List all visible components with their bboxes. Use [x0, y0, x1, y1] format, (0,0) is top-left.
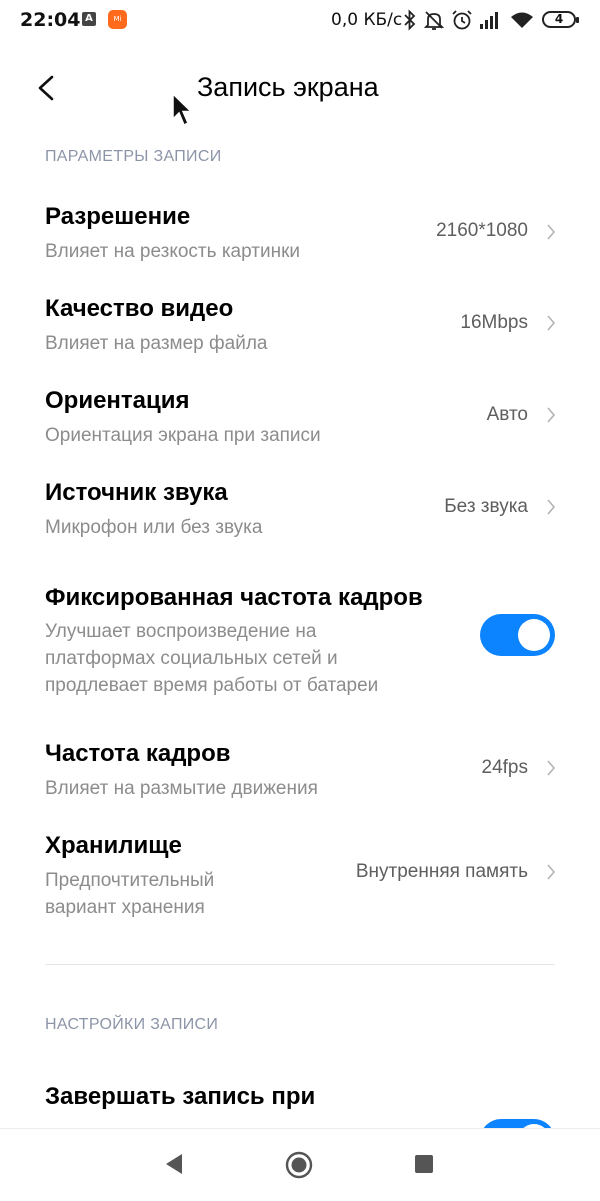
navigation-bar — [0, 1128, 600, 1201]
signal-icon — [480, 12, 498, 29]
setting-subtitle: Микрофон или без звука — [45, 517, 263, 538]
status-bar: 22:04 A Mi 0,0 КБ/с 4 — [0, 0, 600, 42]
mouse-cursor-icon — [172, 92, 193, 127]
setting-row-sound-source[interactable]: Источник звука Микрофон или без звука Бе… — [0, 479, 600, 559]
section-divider — [45, 964, 555, 965]
setting-row-video-quality[interactable]: Качество видео Влияет на размер файла 16… — [0, 295, 600, 375]
chevron-right-icon — [547, 760, 556, 776]
setting-title: Источник звука — [45, 479, 228, 506]
setting-subtitle: Ориентация экрана при записи — [45, 425, 321, 446]
chevron-right-icon — [547, 407, 556, 423]
setting-row-end-on-lock: Завершать запись при — [0, 1083, 600, 1128]
setting-title: Разрешение — [45, 203, 191, 230]
setting-subtitle-line-3: продлевает время работы от батареи — [45, 675, 379, 696]
header: Запись экрана — [0, 60, 600, 120]
setting-title: Качество видео — [45, 295, 234, 322]
section-header-settings: НАСТРОЙКИ ЗАПИСИ — [45, 1016, 219, 1033]
setting-subtitle-line-1: Улучшает воспроизведение на — [45, 621, 317, 642]
back-button[interactable] — [28, 68, 68, 108]
setting-row-orientation[interactable]: Ориентация Ориентация экрана при записи … — [0, 387, 600, 467]
toggle-knob — [518, 619, 550, 651]
fixed-fps-toggle[interactable] — [480, 614, 555, 656]
setting-row-storage[interactable]: Хранилище Предпочтительный вариант хране… — [0, 832, 600, 932]
setting-value: 24fps — [481, 757, 528, 778]
chevron-left-icon — [38, 75, 54, 101]
chevron-right-icon — [547, 499, 556, 515]
app-notification-icon: Mi — [108, 10, 127, 29]
setting-title: Завершать запись при — [45, 1083, 316, 1110]
chevron-right-icon — [547, 224, 556, 240]
setting-subtitle: Влияет на резкость картинки — [45, 241, 300, 262]
network-speed: 0,0 КБ/с — [331, 10, 403, 30]
setting-value: 16Mbps — [460, 312, 528, 333]
setting-title: Фиксированная частота кадров — [45, 584, 423, 611]
wifi-icon — [511, 12, 533, 28]
notification-a-icon: A — [82, 12, 96, 26]
battery-icon: 4 — [542, 11, 579, 28]
chevron-right-icon — [547, 315, 556, 331]
setting-row-frame-rate[interactable]: Частота кадров Влияет на размытие движен… — [0, 740, 600, 820]
setting-subtitle-line-2: вариант хранения — [45, 897, 205, 918]
chevron-right-icon — [547, 864, 556, 880]
section-header-params: ПАРАМЕТРЫ ЗАПИСИ — [45, 148, 222, 165]
setting-row-resolution[interactable]: Разрешение Влияет на резкость картинки 2… — [0, 203, 600, 283]
end-on-lock-toggle[interactable] — [480, 1119, 555, 1128]
setting-value: Внутренняя память — [355, 861, 528, 882]
setting-value: 2160*1080 — [436, 220, 528, 241]
setting-subtitle: Влияет на размытие движения — [45, 778, 318, 799]
setting-subtitle-line-1: Предпочтительный — [45, 870, 215, 891]
setting-subtitle: Влияет на размер файла — [45, 333, 268, 354]
nav-home-button[interactable] — [285, 1151, 313, 1179]
setting-title: Ориентация — [45, 387, 190, 414]
alarm-icon — [452, 10, 472, 30]
nav-recents-button[interactable] — [415, 1155, 433, 1173]
setting-value: Авто — [486, 404, 528, 425]
setting-row-fixed-fps: Фиксированная частота кадров Улучшает во… — [0, 584, 600, 704]
setting-value: Без звука — [444, 496, 528, 517]
setting-subtitle-line-2: платформах социальных сетей и — [45, 648, 338, 669]
mute-icon — [423, 11, 445, 30]
status-time: 22:04 — [20, 9, 81, 31]
setting-title: Частота кадров — [45, 740, 231, 767]
nav-back-button[interactable] — [164, 1152, 184, 1176]
bluetooth-icon — [404, 9, 416, 31]
back-triangle-icon — [166, 1154, 182, 1174]
setting-title: Хранилище — [45, 832, 182, 859]
page-title: Запись экрана — [197, 72, 379, 102]
